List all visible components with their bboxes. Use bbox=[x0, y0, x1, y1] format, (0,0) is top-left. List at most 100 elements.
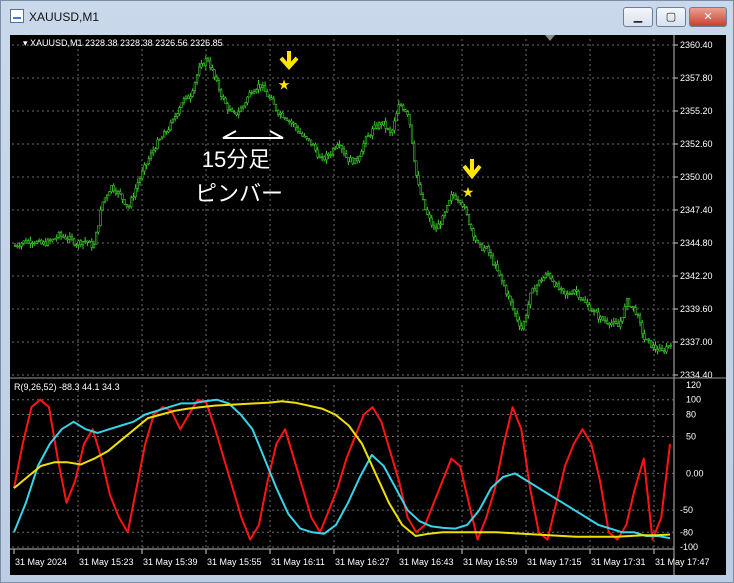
annotation-pinbar: ピンバー bbox=[195, 181, 283, 206]
main-header: ▾ bbox=[23, 38, 28, 48]
candle-body bbox=[564, 290, 567, 296]
candle-body bbox=[163, 131, 166, 138]
candle-body bbox=[474, 236, 477, 241]
candle-body bbox=[57, 232, 60, 238]
candle-body bbox=[152, 150, 155, 154]
candle-body bbox=[362, 143, 365, 152]
candle-body bbox=[204, 58, 207, 67]
candle-body bbox=[588, 304, 591, 312]
candle-body bbox=[277, 110, 280, 115]
candle-body bbox=[220, 89, 223, 97]
candle-body bbox=[524, 315, 528, 322]
candle-body bbox=[621, 316, 624, 322]
candle-body bbox=[16, 245, 19, 247]
candle-body bbox=[601, 316, 604, 321]
candle-body bbox=[59, 232, 63, 237]
indicator-level-label: 120 bbox=[686, 380, 701, 390]
title-bar[interactable]: XAUUSD,M1 ▁ ▢ ✕ bbox=[1, 1, 734, 35]
maximize-button[interactable]: ▢ bbox=[656, 7, 686, 27]
candle-body bbox=[145, 163, 148, 166]
candle-body bbox=[147, 158, 150, 165]
candle-body bbox=[200, 63, 203, 68]
chart-area[interactable]: 2360.40 2357.80 2355.20 2352.60 2350.00 2347.… bbox=[10, 35, 726, 575]
candle-body bbox=[336, 144, 339, 149]
candle-body bbox=[364, 136, 368, 144]
candle-body bbox=[461, 202, 464, 207]
candle-body bbox=[577, 291, 580, 299]
candle-body bbox=[406, 111, 409, 115]
candle-body bbox=[643, 333, 646, 340]
candle-body bbox=[511, 301, 514, 310]
candle-body bbox=[538, 279, 541, 286]
time-label: 31 May 17:15 bbox=[527, 557, 582, 567]
candle-body bbox=[187, 95, 190, 99]
candle-body bbox=[669, 344, 672, 347]
candle-body bbox=[500, 274, 504, 282]
candle-body bbox=[342, 148, 346, 155]
candle-body bbox=[27, 240, 30, 244]
minimize-button[interactable]: ▁ bbox=[623, 7, 653, 27]
candle-body bbox=[424, 199, 427, 211]
candle-body bbox=[592, 310, 596, 313]
candle-body bbox=[149, 152, 153, 159]
candle-body bbox=[13, 245, 17, 247]
chart-window-icon bbox=[10, 9, 24, 23]
candle-body bbox=[647, 338, 650, 341]
price-label: 2357.80 bbox=[680, 73, 713, 83]
candle-body bbox=[301, 133, 304, 137]
candle-body bbox=[619, 320, 622, 327]
candle-body bbox=[195, 74, 199, 83]
candle-body bbox=[334, 147, 337, 150]
candle-body bbox=[75, 244, 78, 247]
candle-body bbox=[261, 85, 264, 88]
candle-body bbox=[68, 236, 71, 240]
chart-window: XAUUSD,M1 ▁ ▢ ✕ 2360.40 2357.80 2355.20 235… bbox=[0, 0, 734, 583]
candle-body bbox=[119, 191, 122, 195]
candle-body bbox=[421, 194, 425, 200]
candle-body bbox=[612, 321, 615, 324]
candle-body bbox=[459, 200, 462, 203]
candle-body bbox=[191, 90, 194, 97]
candle-body bbox=[125, 203, 128, 207]
candle-body bbox=[634, 307, 637, 315]
chart-shift-marker-icon[interactable] bbox=[545, 35, 555, 41]
chart-canvas[interactable]: 2360.40 2357.80 2355.20 2352.60 2350.00 2347.… bbox=[10, 35, 726, 575]
candle-body bbox=[121, 193, 124, 200]
candle-body bbox=[123, 199, 126, 205]
candle-body bbox=[288, 120, 291, 123]
candle-body bbox=[636, 313, 640, 316]
candle-body bbox=[215, 76, 218, 81]
candle-body bbox=[224, 97, 227, 105]
candle-body bbox=[456, 199, 460, 201]
candle-body bbox=[658, 347, 661, 352]
candle-body bbox=[116, 191, 120, 195]
candle-body bbox=[384, 121, 387, 129]
close-button[interactable]: ✕ bbox=[689, 7, 727, 27]
candle-body bbox=[48, 239, 52, 242]
candle-body bbox=[641, 322, 644, 335]
candle-body bbox=[371, 128, 374, 137]
candle-body bbox=[503, 280, 506, 287]
candle-body bbox=[226, 103, 229, 111]
candle-body bbox=[77, 240, 80, 246]
candle-body bbox=[29, 240, 32, 244]
price-label: 2355.20 bbox=[680, 106, 713, 116]
candle-body bbox=[134, 187, 137, 198]
candle-body bbox=[84, 240, 87, 243]
candle-body bbox=[156, 139, 159, 150]
candle-body bbox=[356, 157, 359, 162]
time-label: 31 May 17:31 bbox=[591, 557, 646, 567]
candle-body bbox=[428, 214, 431, 219]
candle-body bbox=[663, 350, 666, 353]
candle-body bbox=[441, 215, 444, 225]
candle-body bbox=[560, 288, 563, 290]
candle-body bbox=[138, 177, 142, 184]
candle-body bbox=[402, 104, 405, 110]
time-axis: 31 May 2024 31 May 15:23 31 May 15:39 31 Ma… bbox=[10, 548, 710, 567]
candle-body bbox=[154, 148, 157, 151]
candle-body bbox=[535, 284, 539, 292]
candle-body bbox=[665, 346, 668, 353]
candle-body bbox=[540, 279, 543, 282]
candle-body bbox=[413, 142, 416, 162]
price-label: 2337.00 bbox=[680, 337, 713, 347]
